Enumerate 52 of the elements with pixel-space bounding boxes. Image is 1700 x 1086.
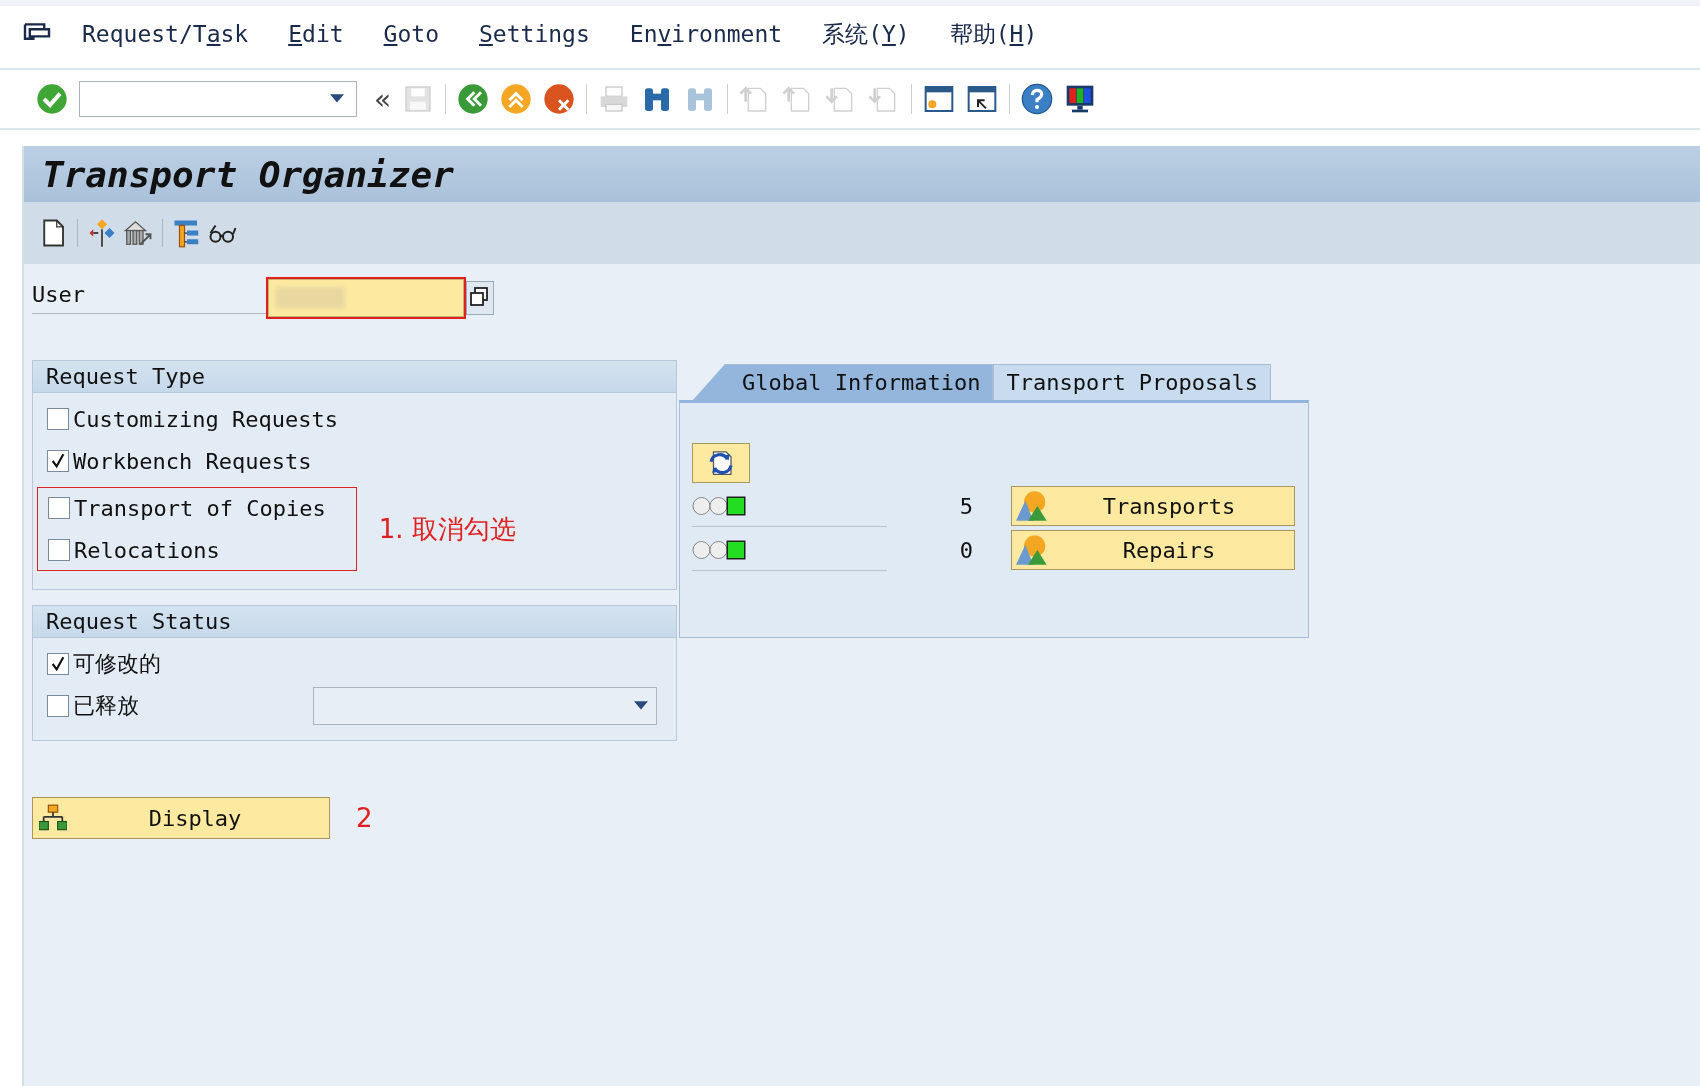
new-window-icon[interactable]	[923, 83, 956, 115]
checkbox-label[interactable]: Relocations	[74, 537, 220, 563]
cancel-icon[interactable]	[543, 83, 576, 115]
menu-item[interactable]: Request/Task	[82, 21, 249, 47]
user-field[interactable]	[268, 279, 464, 317]
caret-icon[interactable]	[330, 94, 344, 104]
checkbox-label[interactable]: 已释放	[73, 691, 139, 721]
collapse-button[interactable]: «	[374, 82, 392, 116]
checkbox[interactable]	[47, 450, 69, 472]
traffic-light-icon	[692, 495, 746, 516]
checkbox[interactable]	[48, 539, 70, 561]
checkbox[interactable]	[47, 695, 69, 717]
mountain-sun-icon	[1016, 490, 1048, 522]
screen-title: Transport Organizer	[42, 153, 454, 195]
menu-item[interactable]: Goto	[383, 21, 439, 47]
menu-item[interactable]: 帮助(H)	[949, 18, 1038, 50]
menu-item[interactable]: Environment	[629, 21, 783, 47]
tab[interactable]: Transport Proposals	[993, 364, 1272, 400]
checkbox-label[interactable]: Transport of Copies	[74, 495, 326, 521]
menu-item[interactable]: Edit	[288, 21, 344, 47]
count-value: 0	[958, 537, 973, 563]
checkbox[interactable]	[47, 653, 69, 675]
checkbox[interactable]	[47, 408, 69, 430]
group-title: Request Status	[46, 609, 232, 634]
tab[interactable]: Global Information	[693, 364, 994, 400]
checkbox-label[interactable]: 可修改的	[73, 649, 161, 679]
caret-icon[interactable]	[634, 701, 648, 711]
transport-button[interactable]: Transports	[1011, 486, 1295, 526]
checkmark-icon[interactable]	[36, 83, 68, 115]
checkbox-label[interactable]: Workbench Requests	[73, 448, 312, 474]
count-value: 5	[958, 493, 973, 519]
checkbox-label[interactable]: Customizing Requests	[73, 406, 338, 432]
back-icon[interactable]	[457, 83, 490, 115]
menu-item[interactable]: 系统(Y)	[822, 18, 910, 50]
mountain-sun-icon	[1016, 534, 1048, 566]
shortcut-window-icon[interactable]	[966, 83, 999, 115]
menu-item[interactable]: Settings	[479, 21, 590, 47]
hierarchy-icon	[39, 804, 67, 832]
refresh-button[interactable]	[692, 443, 750, 483]
traffic-light-icon	[692, 539, 746, 560]
help-icon[interactable]	[1021, 83, 1054, 115]
diamond-arrows-icon[interactable]	[87, 218, 117, 248]
annotation-text: 1. 取消勾选	[378, 512, 516, 546]
command-field[interactable]	[79, 81, 357, 117]
copy-icon[interactable]	[466, 281, 494, 315]
annotation-text: 2	[356, 803, 373, 833]
group-title: Request Type	[46, 364, 205, 389]
building-arrow-icon[interactable]	[123, 218, 153, 248]
transport-button[interactable]: Repairs	[1011, 530, 1295, 570]
dropdown-field[interactable]	[313, 687, 657, 725]
display-button[interactable]: Display	[32, 797, 330, 839]
checkbox[interactable]	[48, 497, 70, 519]
